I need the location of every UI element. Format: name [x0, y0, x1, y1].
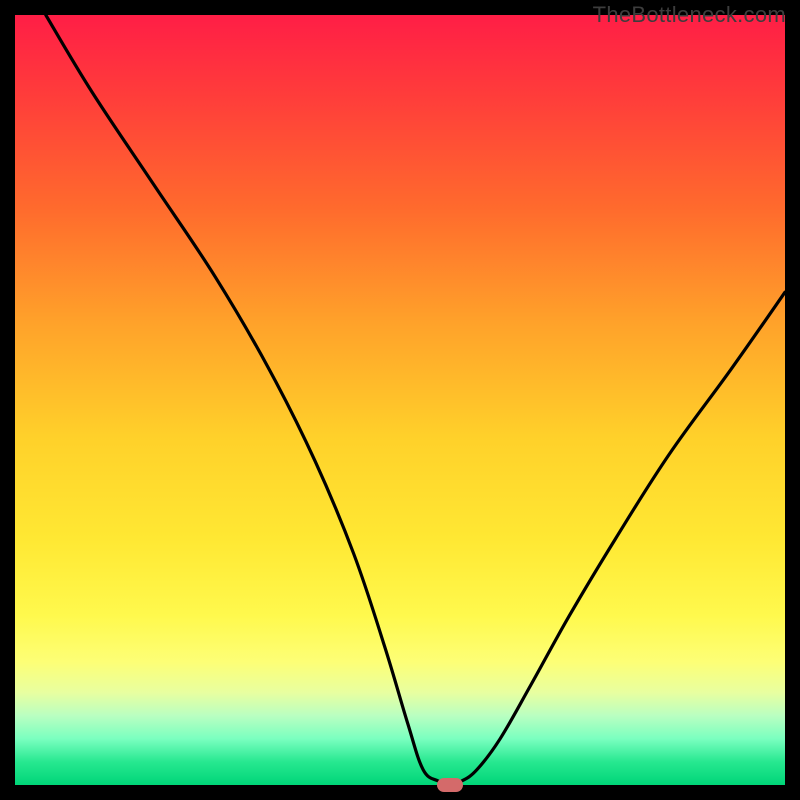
chart-frame: TheBottleneck.com: [0, 0, 800, 800]
curve-layer: [15, 15, 785, 785]
optimal-point-marker: [437, 778, 463, 792]
watermark-text: TheBottleneck.com: [593, 2, 786, 28]
plot-area: [15, 15, 785, 785]
bottleneck-curve: [46, 15, 785, 785]
